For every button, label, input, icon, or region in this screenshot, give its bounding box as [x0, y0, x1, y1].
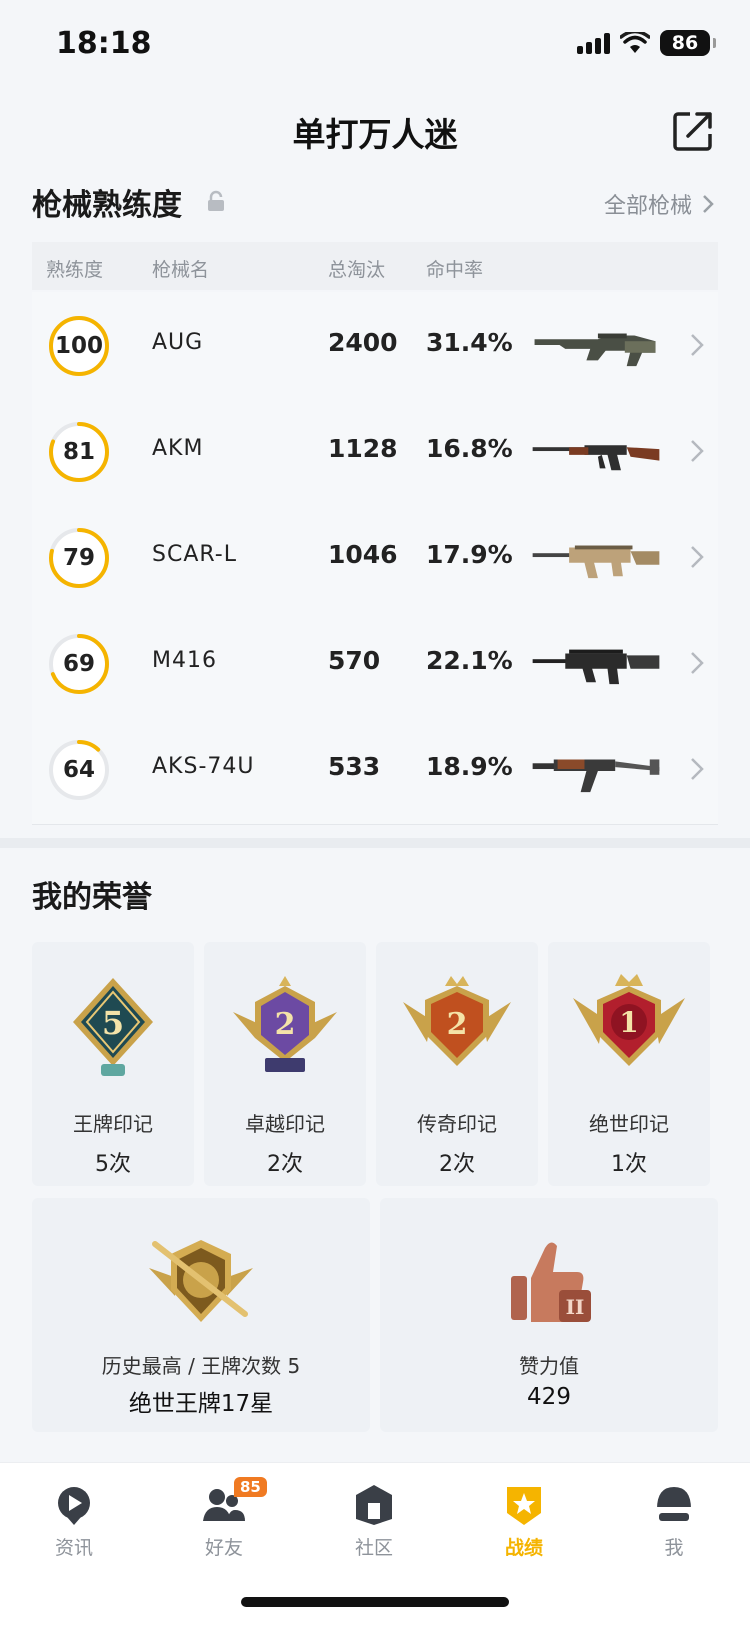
friends-count-badge: 85: [234, 1477, 267, 1497]
highest-rank-value: 绝世王牌17星: [128, 1391, 274, 1417]
weapon-table-header: 熟练度 枪械名 总淘汰 命中率: [32, 242, 718, 290]
weapon-kills: 1128: [328, 434, 398, 463]
nav-item-friends[interactable]: 85 好友: [164, 1477, 284, 1560]
nav-label: 我: [664, 1537, 684, 1559]
ace-mark-badge-icon: 5: [73, 978, 153, 1076]
honor-count: 2次: [267, 1152, 303, 1177]
chevron-right-icon: [691, 546, 704, 568]
honor-card-peerless[interactable]: 1 绝世印记 1次: [548, 942, 710, 1186]
legend-mark-badge-icon: 2: [403, 976, 511, 1066]
weapon-accuracy: 16.8%: [426, 434, 513, 463]
svg-text:II: II: [566, 1295, 585, 1319]
honor-label: 王牌印记: [73, 1112, 153, 1136]
honor-label: 卓越印记: [245, 1112, 325, 1136]
likes-label: 赞力值: [519, 1354, 579, 1378]
chevron-right-icon: [691, 758, 704, 780]
highest-rank-card[interactable]: 历史最高 / 王牌次数 5 绝世王牌17星: [32, 1198, 370, 1432]
aug-rifle-icon: [534, 333, 656, 367]
proficiency-value: 64: [62, 757, 95, 783]
proficiency-value: 79: [62, 545, 95, 571]
peerless-mark-badge-icon: 1: [573, 974, 685, 1066]
excellent-mark-badge-icon: 2: [233, 976, 337, 1072]
honor-card-legend[interactable]: 2 传奇印记 2次: [376, 942, 538, 1186]
nav-label: 战绩: [504, 1537, 543, 1559]
chevron-right-icon: [691, 440, 704, 462]
page-title: 单打万人迷: [292, 115, 458, 154]
cellular-signal-icon: [577, 32, 610, 54]
news-icon: [58, 1487, 90, 1525]
weapon-kills: 570: [328, 646, 381, 675]
col-accuracy: 命中率: [426, 259, 484, 281]
highest-rank-badge-icon: [149, 1240, 253, 1322]
honor-label: 传奇印记: [417, 1112, 497, 1136]
col-proficiency: 熟练度: [46, 259, 104, 281]
weapon-kills: 2400: [328, 328, 398, 357]
honor-count: 1次: [611, 1152, 647, 1177]
nav-label: 好友: [204, 1537, 243, 1559]
status-indicators: 86: [577, 30, 716, 56]
nav-label: 社区: [354, 1537, 393, 1559]
weapon-row[interactable]: 100 AUG 2400 31.4%: [32, 292, 718, 401]
col-weapon-name: 枪械名: [152, 259, 210, 281]
weapon-accuracy: 22.1%: [426, 646, 513, 675]
share-icon[interactable]: [670, 108, 716, 154]
proficiency-value: 100: [54, 333, 103, 359]
community-icon: [356, 1485, 392, 1525]
chevron-right-icon: [703, 195, 714, 213]
svg-text:1: 1: [619, 1006, 638, 1039]
stats-icon: [507, 1487, 541, 1525]
nav-label: 资讯: [54, 1537, 93, 1559]
weapon-row[interactable]: 69 M416 570 22.1%: [32, 610, 718, 719]
chevron-right-icon: [691, 334, 704, 356]
weapon-row[interactable]: 64 AKS-74U 533 18.9%: [32, 716, 718, 825]
nav-item-me[interactable]: 我: [614, 1481, 734, 1560]
honor-count: 5次: [95, 1152, 131, 1177]
honor-section-title: 我的荣誉: [32, 880, 152, 915]
highest-rank-label: 历史最高 / 王牌次数 5: [101, 1354, 301, 1378]
scar-rifle-icon: [532, 545, 660, 579]
all-weapons-label: 全部枪械: [603, 194, 692, 219]
honor-card-excellent[interactable]: 2 卓越印记 2次: [204, 942, 366, 1186]
section-divider: [0, 838, 750, 848]
thumbs-up-icon: II: [511, 1242, 591, 1322]
col-kills: 总淘汰: [328, 259, 386, 281]
weapon-row[interactable]: 79 SCAR-L 1046 17.9%: [32, 504, 718, 613]
m416-rifle-icon: [532, 649, 660, 685]
proficiency-value: 69: [62, 651, 95, 677]
honor-card-ace[interactable]: 5 王牌印记 5次: [32, 942, 194, 1186]
weapon-name: AKS-74U: [152, 754, 255, 779]
weapon-kills: 1046: [328, 540, 398, 569]
akm-rifle-icon: [532, 445, 660, 471]
chevron-right-icon: [691, 652, 704, 674]
wifi-icon: [620, 32, 650, 53]
weapon-name: AUG: [152, 330, 204, 355]
honor-label: 绝世印记: [589, 1112, 669, 1136]
weapon-accuracy: 18.9%: [426, 752, 513, 781]
likes-card[interactable]: II 赞力值 429: [380, 1198, 718, 1432]
weapon-name: M416: [152, 648, 217, 673]
honor-count: 2次: [439, 1152, 475, 1177]
proficiency-value: 81: [62, 439, 95, 465]
lock-icon: [208, 190, 224, 211]
home-indicator: [241, 1597, 509, 1607]
weapon-kills: 533: [328, 752, 381, 781]
weapon-accuracy: 31.4%: [426, 328, 513, 357]
weapon-accuracy: 17.9%: [426, 540, 513, 569]
weapon-row[interactable]: 81 AKM 1128 16.8%: [32, 398, 718, 507]
weapon-name: SCAR-L: [152, 542, 237, 567]
all-weapons-link[interactable]: 全部枪械: [604, 188, 714, 220]
status-time: 18:18: [56, 26, 152, 61]
svg-text:2: 2: [447, 1007, 468, 1042]
likes-value: 429: [527, 1384, 571, 1410]
helmet-icon: [657, 1487, 691, 1521]
weapon-section-title: 枪械熟练度: [32, 188, 182, 223]
svg-text:2: 2: [275, 1007, 296, 1042]
svg-text:5: 5: [102, 1004, 124, 1042]
nav-item-news[interactable]: 资讯: [14, 1481, 134, 1560]
nav-item-stats[interactable]: 战绩: [464, 1481, 584, 1560]
aks74u-rifle-icon: [532, 759, 660, 793]
nav-item-community[interactable]: 社区: [314, 1481, 434, 1560]
battery-indicator: 86: [660, 30, 716, 56]
weapon-name: AKM: [152, 436, 204, 461]
